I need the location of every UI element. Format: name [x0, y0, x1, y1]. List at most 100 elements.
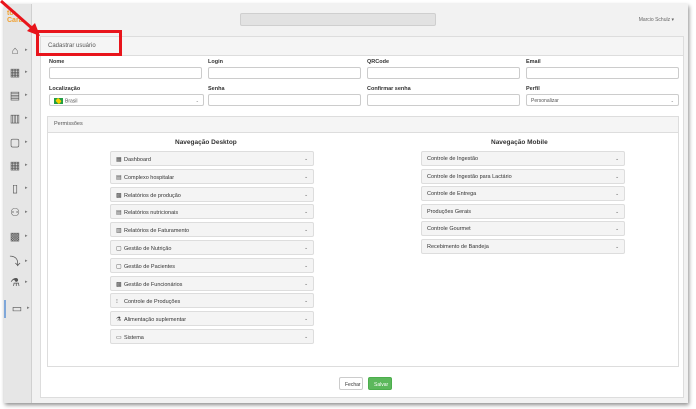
mobile-permission-dropdown[interactable]: Produções Gerais ⌄ [421, 203, 625, 219]
chevron-down-icon: ⌄ [195, 98, 199, 103]
login-label: Login [208, 59, 223, 65]
tablet-icon: ▯ [11, 183, 19, 195]
desktop-permission-dropdown[interactable]: ▭ Sistema ⌄ [110, 329, 314, 344]
mobile-permission-dropdown[interactable]: Controle de Ingestão ⌄ [421, 151, 625, 166]
permission-label: Relatórios nutricionais [124, 210, 179, 217]
caret-right-icon: ▸ [25, 209, 28, 215]
permission-label: Alimentação suplementar [124, 317, 187, 324]
chevron-down-icon: ⌄ [615, 226, 619, 231]
email-input[interactable] [526, 67, 679, 79]
permission-label: Produções Gerais [427, 208, 472, 215]
desktop-permission-dropdown[interactable]: ▢ Gestão de Nutrição ⌄ [110, 240, 314, 255]
permission-label: Recebimento de Bandeja [427, 243, 489, 250]
sidebar-item[interactable]: ▭ ▸ [4, 300, 32, 318]
caret-right-icon: ▸ [25, 92, 28, 98]
sidebar-item[interactable]: ▩ ▸ [4, 228, 32, 246]
app-window: to: Cara ⌂ ▸ ▦ ▸ ▤ ▸ ▥ ▸ ▢ ▸ ▦ ▸ ▯ ▸ ⚇ ▸ ▩ ▸ ⤵ ▸ ⚗ ▸ ▭ ▸ Marcio… [4, 4, 688, 403]
chevron-down-icon: ⌄ [615, 191, 619, 196]
permission-label: Sistema [124, 335, 144, 341]
chevron-down-icon: ⌄ [304, 227, 308, 233]
caret-right-icon: ▸ [25, 47, 28, 53]
desktop-permission-dropdown[interactable]: ⚗ Alimentação suplementar ⌄ [110, 311, 314, 327]
panel-title: Cadastrar usuário [41, 37, 683, 56]
dashboard-icon: ▦ [116, 157, 122, 163]
save-button[interactable]: Salvar [368, 377, 392, 390]
home-icon: ⌂ [11, 45, 19, 57]
user-form-panel: Cadastrar usuário Nome Login QRCode Emai… [40, 36, 684, 398]
permission-label: Relatórios de produção [124, 192, 181, 199]
people-icon: ⚇ [10, 207, 20, 219]
permissions-panel: Permissões Navegação Desktop Navegação M… [47, 116, 679, 367]
desktop-permission-dropdown[interactable]: ▢ Gestão de Pacientes ⌄ [110, 257, 314, 273]
sidebar-item[interactable]: ⚗ ▸ [4, 274, 32, 292]
chevron-down-icon: ⌄ [304, 191, 308, 197]
caret-right-icon: ▸ [25, 258, 28, 264]
sidebar-item[interactable]: ⌂ ▸ [4, 42, 32, 60]
senha-label: Senha [208, 86, 225, 92]
mobile-permission-dropdown[interactable]: Controle de Ingestão para Lactário ⌄ [421, 168, 625, 184]
confirmar-senha-label: Confirmar senha [367, 86, 411, 92]
sidebar-item[interactable]: ▢ ▸ [4, 134, 32, 152]
chevron-down-icon: ⌄ [304, 298, 308, 304]
sidebar-item[interactable]: ▦ ▸ [4, 157, 32, 175]
permissions-title: Permissões [48, 117, 678, 133]
mobile-permission-dropdown[interactable]: Controle de Entrega ⌄ [421, 186, 625, 201]
document-icon: ▦ [9, 160, 21, 172]
desktop-nav-title: Navegação Desktop [175, 139, 237, 146]
perfil-select[interactable]: Personalizar ⌄ [526, 94, 679, 106]
login-input[interactable] [208, 67, 361, 79]
chevron-down-icon: ⌄ [615, 156, 619, 161]
brazil-flag-icon [54, 98, 63, 104]
chevron-down-icon: ⌄ [304, 245, 308, 250]
desktop-permission-dropdown[interactable]: ▤ Complexo hospitalar ⌄ [110, 168, 314, 184]
annotation-arrow-icon [0, 0, 40, 36]
user-menu[interactable]: Marcio Schulz ▾ [639, 17, 674, 23]
caret-right-icon: ▸ [25, 139, 28, 145]
permission-label: Controle Gourmet [427, 226, 471, 232]
close-button[interactable]: Fechar [339, 377, 363, 390]
qrcode-input[interactable] [367, 67, 520, 79]
desktop-permission-dropdown[interactable]: ▦ Dashboard ⌄ [110, 151, 314, 166]
permission-label: Controle de Produções [124, 299, 181, 306]
perfil-value: Personalizar [531, 98, 559, 104]
production-icon: ⁝ [116, 299, 118, 306]
top-search-input[interactable] [240, 13, 436, 26]
staff-icon: ▩ [116, 281, 122, 288]
clipboard-icon: ▢ [9, 137, 21, 149]
billing-icon: ▥ [116, 228, 122, 235]
permission-label: Controle de Ingestão [427, 156, 479, 162]
sidebar-item[interactable]: ⤵ ▸ [4, 253, 32, 271]
report-icon: ▩ [116, 192, 122, 199]
sidebar-item[interactable]: ⚇ ▸ [4, 204, 32, 222]
senha-input[interactable] [208, 94, 361, 106]
chevron-down-icon: ⌄ [615, 243, 619, 249]
desktop-permission-dropdown[interactable]: ▩ Gestão de Funcionários ⌄ [110, 275, 314, 291]
sidebar-item[interactable]: ▥ ▸ [4, 110, 32, 128]
desktop-permission-dropdown[interactable]: ▥ Relatórios de Faturamento ⌄ [110, 222, 314, 238]
desktop-permission-dropdown[interactable]: ▤ Relatórios nutricionais ⌄ [110, 204, 314, 220]
sidebar: to: Cara ⌂ ▸ ▦ ▸ ▤ ▸ ▥ ▸ ▢ ▸ ▦ ▸ ▯ ▸ ⚇ ▸ ▩ ▸ ⤵ ▸ ⚗ ▸ ▭ ▸ [4, 4, 32, 403]
permission-label: Gestão de Nutrição [124, 246, 172, 252]
sidebar-item[interactable]: ▤ ▸ [4, 87, 32, 105]
permission-label: Controle de Ingestão para Lactário [427, 173, 512, 180]
desktop-permission-dropdown[interactable]: ▩ Relatórios de produção ⌄ [110, 186, 314, 202]
nome-input[interactable] [49, 67, 202, 79]
chevron-down-icon: ⌄ [615, 173, 619, 179]
caret-right-icon: ▸ [25, 115, 28, 121]
localizacao-select[interactable]: Brasil ⌄ [49, 94, 204, 106]
desktop-permission-dropdown[interactable]: ⁝ Controle de Produções ⌄ [110, 293, 314, 309]
confirmar-senha-input[interactable] [367, 94, 520, 106]
sidebar-item[interactable]: ▦ ▸ [4, 64, 32, 82]
permission-label: Relatórios de Faturamento [124, 228, 190, 235]
perfil-label: Perfil [526, 86, 540, 92]
factory-icon: ▩ [9, 231, 21, 243]
mobile-permission-dropdown[interactable]: Recebimento de Bandeja ⌄ [421, 238, 625, 254]
mobile-permission-dropdown[interactable]: Controle Gourmet ⌄ [421, 221, 625, 236]
system-icon: ▭ [116, 335, 122, 341]
caret-right-icon: ▸ [25, 69, 28, 75]
permission-label: Gestão de Pacientes [124, 263, 176, 270]
qrcode-label: QRCode [367, 59, 389, 65]
chevron-down-icon: ⌄ [304, 156, 308, 161]
chevron-down-icon: ⌄ [304, 262, 308, 268]
sidebar-item[interactable]: ▯ ▸ [4, 180, 32, 198]
